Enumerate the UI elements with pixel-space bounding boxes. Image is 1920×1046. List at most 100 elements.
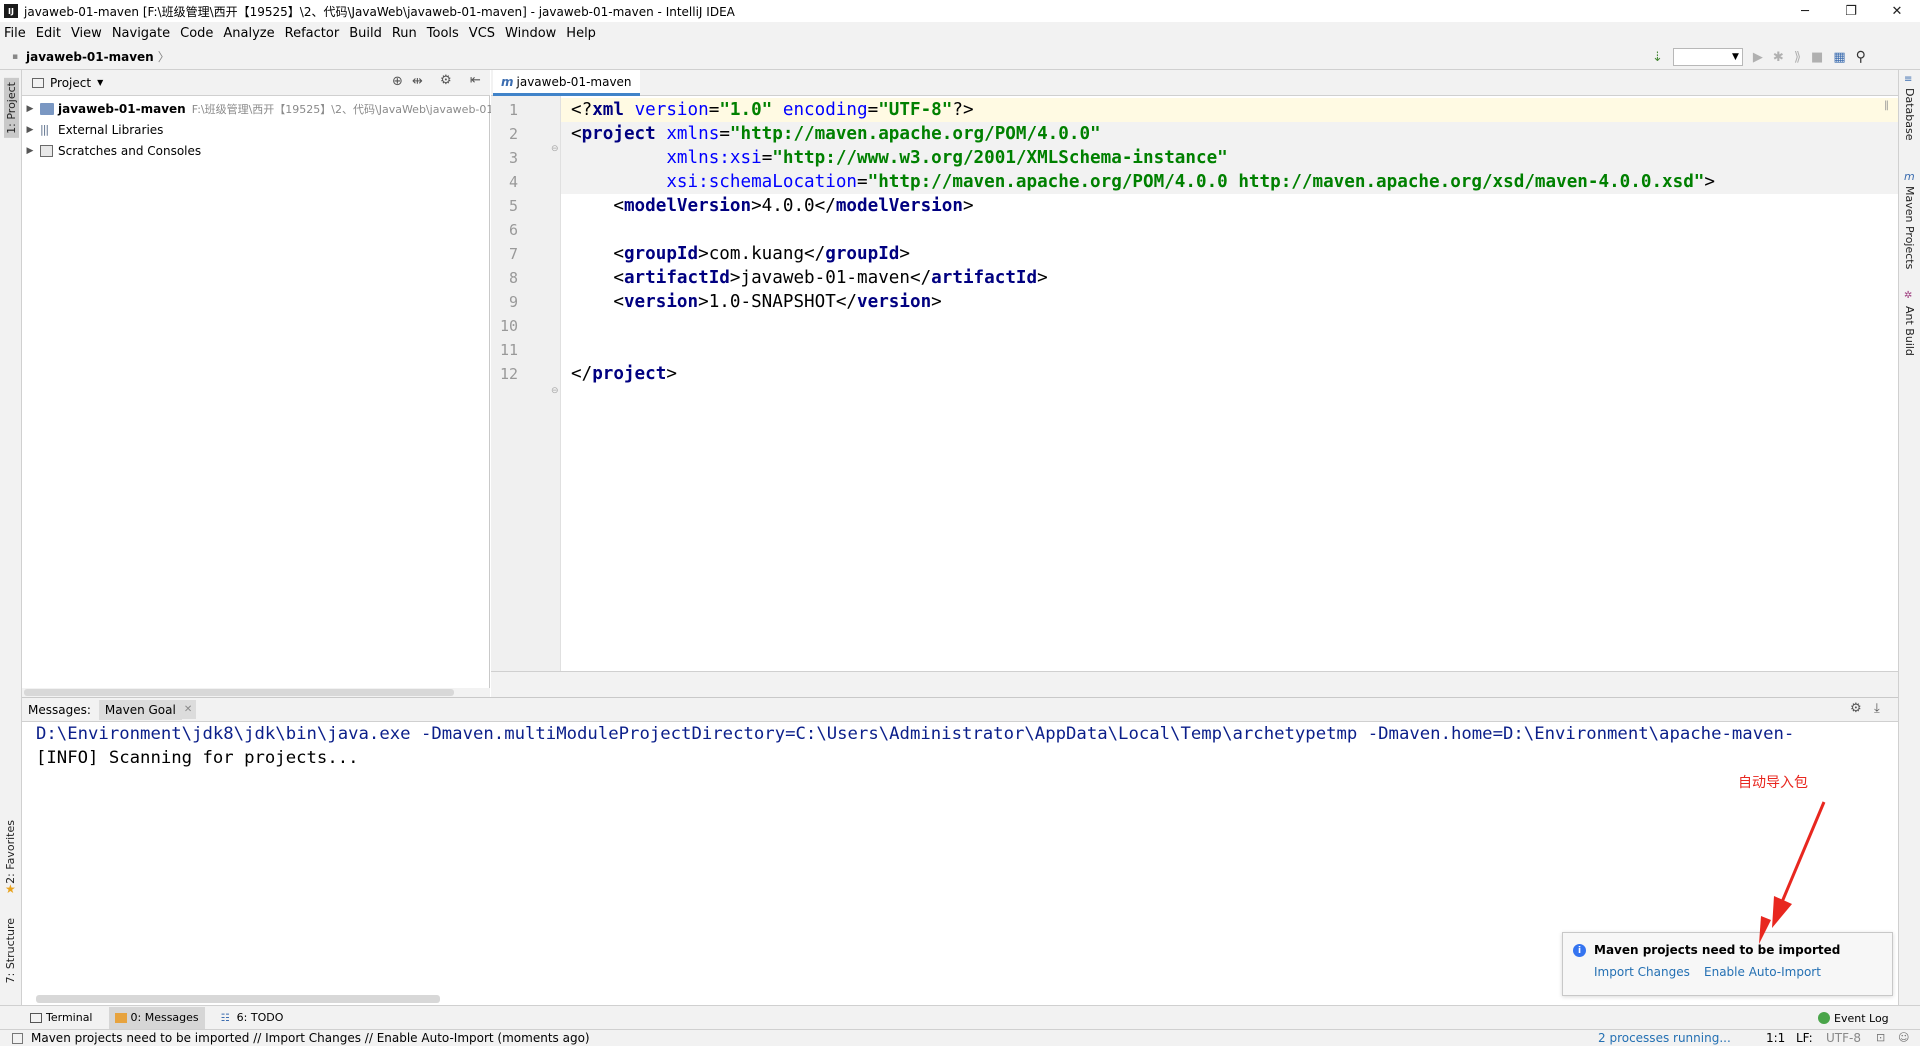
- console-line: [INFO] Scanning for projects...: [36, 748, 359, 768]
- code-line-8: <artifactId>javaweb-01-maven</artifactId…: [571, 268, 1048, 288]
- annotation-arrow: [1772, 801, 1826, 928]
- menu-edit[interactable]: Edit: [36, 26, 61, 41]
- tree-item-label: javaweb-01-maven: [58, 101, 186, 116]
- expand-arrow-icon[interactable]: ▶: [22, 125, 38, 135]
- close-tab-icon[interactable]: ✕: [179, 700, 197, 719]
- structure-tool-tab[interactable]: 7: Structure: [4, 918, 17, 983]
- expand-arrow-icon[interactable]: ▶: [22, 104, 38, 114]
- lock-icon[interactable]: ⊡: [1876, 1031, 1885, 1044]
- close-button[interactable]: ✕: [1874, 0, 1920, 22]
- gear-icon[interactable]: ⚙: [440, 73, 452, 88]
- caret-position[interactable]: 1:1: [1766, 1031, 1785, 1045]
- database-tool-tab[interactable]: Database: [1903, 88, 1916, 141]
- line-number: 5: [508, 197, 518, 215]
- gear-icon[interactable]: ⚙: [1850, 701, 1862, 716]
- line-number-gutter: 1 2 3 4 5 6 7 8 9 10 11 12 ⊖ ⊖: [491, 96, 561, 671]
- menu-help[interactable]: Help: [566, 26, 596, 41]
- event-log-tool-tab[interactable]: Event Log: [1812, 1007, 1895, 1029]
- import-changes-link[interactable]: Import Changes: [1594, 965, 1690, 979]
- menu-navigate[interactable]: Navigate: [112, 26, 170, 41]
- tree-row-scratches[interactable]: ▶ Scratches and Consoles: [22, 140, 202, 161]
- line-separator[interactable]: LF:: [1796, 1031, 1813, 1045]
- project-structure-icon[interactable]: ▦: [1833, 50, 1845, 65]
- navigation-bar: ▪ javaweb-01-maven 〉 ⇣ ▼ ▶ ✱ ⟫ ■ ▦ ⚲: [0, 44, 1920, 70]
- todo-tab-label: 6: TODO: [236, 1011, 284, 1024]
- build-sort-icon[interactable]: ⇣: [1652, 50, 1663, 65]
- tree-row-external-libraries[interactable]: ▶ ||| External Libraries: [22, 119, 164, 140]
- menu-build[interactable]: Build: [349, 26, 382, 41]
- line-number: 12: [499, 365, 518, 383]
- enable-auto-import-link[interactable]: Enable Auto-Import: [1704, 965, 1821, 979]
- project-view-selector[interactable]: Project: [50, 76, 91, 90]
- minimize-button[interactable]: ─: [1782, 0, 1828, 22]
- line-number: 2: [508, 125, 518, 143]
- line-number: 9: [508, 293, 518, 311]
- run-config-select[interactable]: ▼: [1672, 48, 1743, 66]
- project-panel-header: Project ▼ ⊕ ⇹ ⚙ ⇤: [22, 70, 490, 96]
- restore-button[interactable]: ❐: [1828, 0, 1874, 22]
- todo-icon: ☷: [220, 1012, 230, 1024]
- line-number: 4: [508, 173, 518, 191]
- menu-run[interactable]: Run: [392, 26, 417, 41]
- editor-status-marker: ‖: [1884, 100, 1889, 111]
- menu-code[interactable]: Code: [180, 26, 213, 41]
- collapse-all-icon[interactable]: ⇹: [412, 74, 423, 89]
- stop-icon[interactable]: ■: [1811, 50, 1823, 65]
- ant-build-tool-tab[interactable]: Ant Build: [1903, 306, 1916, 356]
- menu-window[interactable]: Window: [505, 26, 556, 41]
- editor-tab-label: javaweb-01-maven: [516, 74, 632, 89]
- code-area[interactable]: <?xml version="1.0" encoding="UTF-8"?> <…: [561, 96, 1898, 671]
- fold-marker-icon[interactable]: ⊖: [551, 386, 559, 396]
- hide-panel-icon[interactable]: ⤓: [1874, 701, 1880, 716]
- editor-horizontal-scrollbar[interactable]: [491, 671, 1898, 697]
- coverage-icon[interactable]: ⟫: [1794, 50, 1801, 65]
- menu-vcs[interactable]: VCS: [469, 26, 495, 41]
- favorites-tool-tab[interactable]: 2: Favorites: [4, 820, 17, 884]
- line-number: 6: [508, 221, 518, 239]
- inspector-icon[interactable]: ☺: [1898, 1031, 1909, 1044]
- menu-refactor[interactable]: Refactor: [285, 26, 340, 41]
- menu-file[interactable]: File: [4, 26, 26, 41]
- status-message[interactable]: Maven projects need to be imported // Im…: [31, 1031, 590, 1045]
- background-processes-link[interactable]: 2 processes running...: [1598, 1031, 1731, 1045]
- maven-icon: m: [1904, 170, 1915, 183]
- ant-icon: ✲: [1904, 290, 1913, 301]
- maven-projects-tool-tab[interactable]: Maven Projects: [1903, 186, 1916, 269]
- messages-tab-label: 0: Messages: [130, 1011, 199, 1024]
- debug-icon[interactable]: ✱: [1773, 50, 1784, 65]
- code-line-4: xsi:schemaLocation="http://maven.apache.…: [666, 172, 1715, 192]
- event-log-tab-label: Event Log: [1834, 1011, 1889, 1025]
- menu-analyze[interactable]: Analyze: [223, 26, 274, 41]
- hide-panel-icon[interactable]: ⇤: [470, 73, 481, 88]
- code-line-9: <version>1.0-SNAPSHOT</version>: [571, 292, 942, 312]
- messages-tool-tab[interactable]: 0: Messages: [108, 1006, 205, 1029]
- tree-item-path: F:\班级管理\西开【19525】\2、代码\JavaWeb\javaweb-0…: [191, 102, 536, 116]
- project-tool-tab[interactable]: 1: Project: [4, 78, 19, 138]
- maven-goal-tab[interactable]: Maven Goal: [98, 699, 182, 720]
- menu-tools[interactable]: Tools: [427, 26, 459, 41]
- run-icon[interactable]: ▶: [1753, 50, 1763, 65]
- tree-item-label: External Libraries: [58, 122, 164, 137]
- line-number: 7: [508, 245, 518, 263]
- line-number: 8: [508, 269, 518, 287]
- expand-arrow-icon[interactable]: ▶: [22, 146, 38, 156]
- console-scrollbar[interactable]: [36, 995, 440, 1003]
- terminal-tool-tab[interactable]: Terminal: [24, 1007, 99, 1029]
- status-toggle-icon[interactable]: [12, 1032, 23, 1044]
- chevron-down-icon[interactable]: ▼: [97, 78, 103, 87]
- project-view-icon: [32, 77, 44, 88]
- menu-bar: File Edit View Navigate Code Analyze Ref…: [0, 22, 1920, 44]
- locate-icon[interactable]: ⊕: [392, 74, 403, 89]
- horizontal-scrollbar[interactable]: [22, 688, 490, 697]
- fold-marker-icon[interactable]: ⊖: [551, 144, 559, 154]
- file-encoding[interactable]: UTF-8: [1826, 1031, 1861, 1045]
- todo-tool-tab[interactable]: ☷ 6: TODO: [215, 1007, 290, 1029]
- breadcrumb-project[interactable]: javaweb-01-maven: [26, 50, 154, 64]
- tree-row-project[interactable]: ▶ javaweb-01-maven F:\班级管理\西开【19525】\2、代…: [22, 98, 536, 119]
- code-line-12: </project>: [571, 364, 677, 384]
- editor-tab-pom[interactable]: m javaweb-01-maven: [493, 70, 640, 96]
- line-number: 3: [508, 149, 518, 167]
- search-icon[interactable]: ⚲: [1856, 49, 1866, 65]
- menu-view[interactable]: View: [71, 26, 102, 41]
- annotation-text: 自动导入包: [1738, 775, 1808, 791]
